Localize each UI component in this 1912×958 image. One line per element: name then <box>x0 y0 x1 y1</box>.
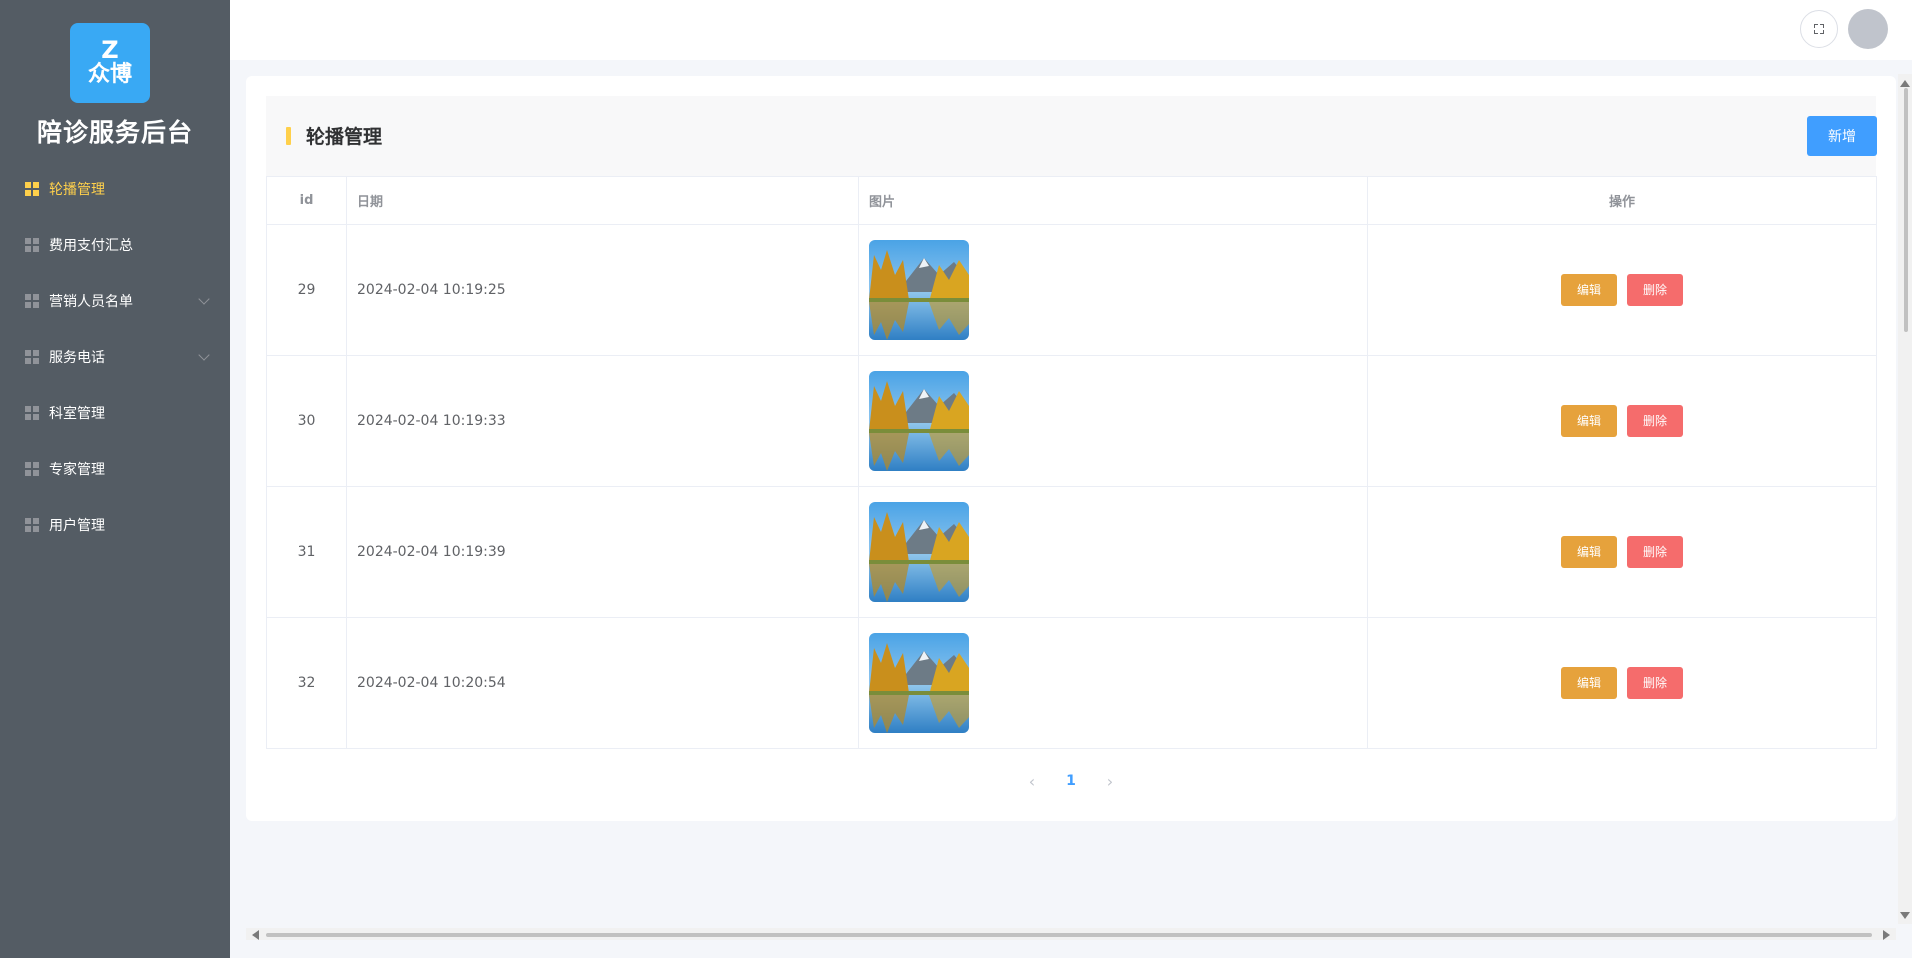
cell-id: 30 <box>266 355 347 487</box>
sidebar: Z 众博 陪诊服务后台 轮播管理 费用支付汇总 营销人员名单 服务电话 科室管理 <box>0 0 230 958</box>
sidebar-item-label: 专家管理 <box>49 462 105 478</box>
fullscreen-button[interactable] <box>1800 10 1838 48</box>
sidebar-item-payment-summary[interactable]: 费用支付汇总 <box>0 217 230 273</box>
sidebar-item-label: 营销人员名单 <box>49 294 133 310</box>
carousel-image[interactable] <box>869 371 969 471</box>
edit-button[interactable]: 编辑 <box>1561 667 1617 699</box>
card-header: 轮播管理 新增 <box>266 96 1877 176</box>
page-title: 轮播管理 <box>306 126 383 148</box>
chevron-down-icon <box>198 293 210 305</box>
delete-button[interactable]: 删除 <box>1627 667 1683 699</box>
table-row: 32 2024-02-04 10:20:54 编辑 删除 <box>266 617 1877 749</box>
sidebar-item-experts[interactable]: 专家管理 <box>0 441 230 497</box>
cell-actions: 编辑 删除 <box>1367 486 1877 618</box>
app-title: 陪诊服务后台 <box>36 118 193 147</box>
delete-button[interactable]: 删除 <box>1627 274 1683 306</box>
cell-id: 31 <box>266 486 347 618</box>
edit-button[interactable]: 编辑 <box>1561 274 1617 306</box>
chevron-right-icon[interactable]: › <box>1095 772 1125 791</box>
cell-date: 2024-02-04 10:19:33 <box>346 355 859 487</box>
sidebar-menu: 轮播管理 费用支付汇总 营销人员名单 服务电话 科室管理 专家管理 用户管理 <box>0 161 230 553</box>
horizontal-scrollbar-thumb[interactable] <box>266 933 1872 937</box>
chevron-left-icon[interactable]: ‹ <box>1017 772 1047 791</box>
cell-id: 32 <box>266 617 347 749</box>
grid-icon <box>25 350 39 364</box>
carousel-image[interactable] <box>869 633 969 733</box>
cell-date: 2024-02-04 10:19:25 <box>346 224 859 356</box>
cell-actions: 编辑 删除 <box>1367 355 1877 487</box>
sidebar-item-marketing-staff[interactable]: 营销人员名单 <box>0 273 230 329</box>
delete-button[interactable]: 删除 <box>1627 405 1683 437</box>
column-header-date: 日期 <box>346 176 859 225</box>
cell-date: 2024-02-04 10:20:54 <box>346 617 859 749</box>
top-header <box>230 0 1912 60</box>
fullscreen-icon <box>1814 24 1824 34</box>
sidebar-item-service-phone[interactable]: 服务电话 <box>0 329 230 385</box>
sidebar-item-label: 用户管理 <box>49 518 105 534</box>
user-avatar[interactable] <box>1848 9 1888 49</box>
content-card: 轮播管理 新增 id 日期 图片 操作 29 2024-02-04 10:19:… <box>246 76 1896 821</box>
table-row: 30 2024-02-04 10:19:33 编辑 删除 <box>266 355 1877 487</box>
edit-button[interactable]: 编辑 <box>1561 405 1617 437</box>
sidebar-item-label: 费用支付汇总 <box>49 238 133 254</box>
title-accent-bar <box>286 127 291 145</box>
delete-button[interactable]: 删除 <box>1627 536 1683 568</box>
cell-image <box>858 224 1368 356</box>
sidebar-item-label: 服务电话 <box>49 350 105 366</box>
column-header-image: 图片 <box>858 176 1368 225</box>
grid-icon <box>25 182 39 196</box>
grid-icon <box>25 462 39 476</box>
table-row: 31 2024-02-04 10:19:39 编辑 删除 <box>266 486 1877 618</box>
logo-letter: Z <box>101 36 119 64</box>
table-header-row: id 日期 图片 操作 <box>266 176 1877 225</box>
cell-actions: 编辑 删除 <box>1367 617 1877 749</box>
grid-icon <box>25 294 39 308</box>
column-header-actions: 操作 <box>1367 176 1877 225</box>
vertical-scrollbar-thumb[interactable] <box>1904 88 1908 332</box>
scroll-left-arrow-icon[interactable] <box>252 930 259 940</box>
cell-image <box>858 355 1368 487</box>
pagination: ‹ 1 › <box>246 769 1896 793</box>
grid-icon <box>25 238 39 252</box>
cell-image <box>858 486 1368 618</box>
sidebar-item-label: 科室管理 <box>49 406 105 422</box>
scroll-up-arrow-icon[interactable] <box>1900 80 1910 87</box>
grid-icon <box>25 406 39 420</box>
sidebar-item-label: 轮播管理 <box>49 182 105 198</box>
sidebar-item-users[interactable]: 用户管理 <box>0 497 230 553</box>
page-number[interactable]: 1 <box>1047 773 1095 789</box>
cell-date: 2024-02-04 10:19:39 <box>346 486 859 618</box>
grid-icon <box>25 518 39 532</box>
scroll-down-arrow-icon[interactable] <box>1900 912 1910 919</box>
edit-button[interactable]: 编辑 <box>1561 536 1617 568</box>
sidebar-item-carousel[interactable]: 轮播管理 <box>0 161 230 217</box>
scroll-right-arrow-icon[interactable] <box>1883 930 1890 940</box>
carousel-table: id 日期 图片 操作 29 2024-02-04 10:19:25 编辑 删除… <box>266 176 1877 749</box>
cell-image <box>858 617 1368 749</box>
carousel-image[interactable] <box>869 240 969 340</box>
carousel-image[interactable] <box>869 502 969 602</box>
chevron-down-icon <box>198 349 210 361</box>
cell-id: 29 <box>266 224 347 356</box>
sidebar-item-departments[interactable]: 科室管理 <box>0 385 230 441</box>
add-button[interactable]: 新增 <box>1807 116 1877 156</box>
column-header-id: id <box>266 176 347 225</box>
logo-text: 众博 <box>87 62 132 87</box>
table-row: 29 2024-02-04 10:19:25 编辑 删除 <box>266 224 1877 356</box>
app-logo: Z 众博 <box>70 23 150 103</box>
cell-actions: 编辑 删除 <box>1367 224 1877 356</box>
